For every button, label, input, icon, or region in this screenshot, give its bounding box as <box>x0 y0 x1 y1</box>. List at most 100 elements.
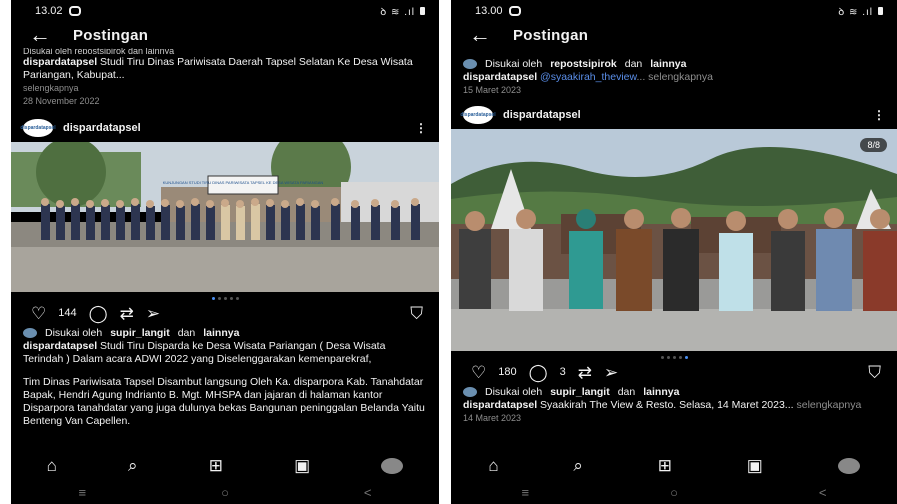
search-icon[interactable]: ⌕ <box>573 456 583 476</box>
avatar[interactable]: dispardatapsel <box>460 106 496 124</box>
system-nav: ≡ ○ < <box>11 480 439 504</box>
previous-liked-row[interactable]: Disukai oleh repostsipirok dan lainnya <box>451 56 897 71</box>
previous-post-caption: dispardatapsel Studi Tiru Dinas Pariwisa… <box>11 56 439 82</box>
status-bar: 13.00 ꝺ ≋ .ıl <box>451 0 897 22</box>
liked-user[interactable]: supir_langit <box>110 327 170 339</box>
liked-conj: dan <box>624 57 643 70</box>
comment-icon[interactable]: ◯ <box>89 305 108 322</box>
more-link[interactable]: selengkapnya <box>796 399 861 411</box>
caption-username[interactable]: dispardatapsel <box>463 399 537 411</box>
home-circle-icon[interactable]: ○ <box>670 485 678 500</box>
liked-rest[interactable]: lainnya <box>650 58 686 70</box>
reels-icon[interactable]: ▣ <box>747 456 763 476</box>
reels-icon[interactable]: ▣ <box>294 456 310 476</box>
more-link[interactable]: ... selengkapnya <box>637 71 713 83</box>
profile-avatar[interactable] <box>837 458 860 474</box>
liked-user[interactable]: repostsipirok <box>550 58 617 70</box>
app-bar: ← Postingan <box>451 22 897 48</box>
back-icon[interactable]: < <box>819 485 827 500</box>
status-time: 13.02 <box>35 5 63 17</box>
home-icon[interactable]: ⌂ <box>488 456 498 476</box>
liked-prefix: Disukai oleh <box>485 385 543 398</box>
bottom-nav: ⌂ ⌕ ⊞ ▣ <box>11 452 439 480</box>
image-counter: 8/8 <box>860 138 887 152</box>
liked-prefix: Disukai oleh <box>45 326 103 339</box>
bottom-nav: ⌂ ⌕ ⊞ ▣ <box>451 452 897 480</box>
post-date: 14 Maret 2023 <box>463 413 522 423</box>
action-bar: ♡ 144 ◯ ⇄ ➢ ⛉ <box>11 301 439 325</box>
more-vertical-icon[interactable]: ⋮ <box>873 108 885 122</box>
post-photo[interactable]: KUNJUNGAN STUDI TIRU DINAS PARIWISATA TA… <box>11 142 439 292</box>
liker-avatar <box>463 386 477 397</box>
left-screenshot: 13.02 ꝺ ≋ .ıl ← Postingan Disukai oleh r… <box>11 0 439 504</box>
more-link[interactable]: selengkapnya <box>11 82 439 95</box>
profile-avatar[interactable] <box>381 458 404 474</box>
caption-body: Tim Dinas Pariwisata Tapsel Disambut lan… <box>23 376 425 427</box>
app-bar: ← Postingan <box>11 22 439 48</box>
status-icons: ꝺ ≋ .ıl <box>838 7 873 18</box>
status-bar: 13.02 ꝺ ≋ .ıl <box>11 0 439 22</box>
plus-square-icon[interactable]: ⊞ <box>209 456 223 476</box>
post-caption: dispardatapsel Syaakirah The View & Rest… <box>451 399 897 412</box>
liker-avatar <box>463 58 477 69</box>
liked-user[interactable]: supir_langit <box>550 386 610 398</box>
caption-username[interactable]: dispardatapsel <box>23 340 97 352</box>
banner-text: KUNJUNGAN STUDI TIRU DINAS PARIWISATA TA… <box>163 180 324 185</box>
send-icon[interactable]: ➢ <box>604 364 618 381</box>
notification-icon <box>508 6 521 16</box>
liked-conj: dan <box>617 385 636 398</box>
comment-icon[interactable]: ◯ <box>529 364 548 381</box>
battery-icon <box>878 7 883 15</box>
liked-conj: dan <box>177 326 196 339</box>
caption-text: Syaakirah The View & Resto. Selasa, 14 M… <box>540 399 794 411</box>
right-screenshot: 13.00 ꝺ ≋ .ıl ← Postingan Disukai oleh r… <box>451 0 897 504</box>
post-caption: dispardatapsel Studi Tiru Disparda ke De… <box>11 340 439 366</box>
search-icon[interactable]: ⌕ <box>128 456 138 476</box>
bookmark-icon[interactable]: ⛉ <box>868 364 881 381</box>
back-arrow-icon[interactable]: ← <box>469 24 491 46</box>
post-username[interactable]: dispardatapsel <box>503 109 863 121</box>
repost-icon[interactable]: ⇄ <box>578 364 592 381</box>
heart-icon[interactable]: ♡ <box>31 305 46 322</box>
back-icon[interactable]: < <box>364 485 372 500</box>
liked-by-row[interactable]: Disukai oleh supir_langit dan lainnya <box>11 325 439 340</box>
page-title: Postingan <box>513 26 589 44</box>
notification-icon <box>68 6 81 16</box>
back-arrow-icon[interactable]: ← <box>29 24 51 46</box>
liked-rest[interactable]: lainnya <box>203 327 239 339</box>
battery-icon <box>420 7 425 15</box>
heart-icon[interactable]: ♡ <box>471 364 486 381</box>
liked-by-row[interactable]: Disukai oleh supir_langit dan lainnya <box>451 384 897 399</box>
post-username[interactable]: dispardatapsel <box>63 122 405 134</box>
caption-mention[interactable]: @syaakirah_theview <box>540 71 636 83</box>
post-header: dispardatapsel dispardatapsel ⋮ <box>451 101 897 129</box>
cut-off-liked-text: Disukai oleh repostsipirok dan lainnya <box>23 48 175 54</box>
bookmark-icon[interactable]: ⛉ <box>410 305 423 322</box>
more-vertical-icon[interactable]: ⋮ <box>415 121 427 135</box>
home-icon[interactable]: ⌂ <box>47 456 57 476</box>
home-circle-icon[interactable]: ○ <box>221 485 229 500</box>
page-title: Postingan <box>73 26 149 44</box>
liked-rest[interactable]: lainnya <box>643 386 679 398</box>
recents-icon[interactable]: ≡ <box>78 485 86 500</box>
post-date: 28 November 2022 <box>23 96 100 106</box>
liker-avatar <box>23 327 37 338</box>
post-photo[interactable]: 8/8 <box>451 129 897 351</box>
comment-count: 3 <box>559 366 566 378</box>
action-bar: ♡ 180 ◯ 3 ⇄ ➢ ⛉ <box>451 360 897 384</box>
send-icon[interactable]: ➢ <box>146 305 160 322</box>
caption-username[interactable]: dispardatapsel <box>463 71 537 83</box>
liked-prefix: Disukai oleh <box>485 57 543 70</box>
avatar[interactable]: dispardatapsel <box>20 119 56 137</box>
post-date: 15 Maret 2023 <box>463 85 522 95</box>
like-count: 144 <box>58 307 77 319</box>
system-nav: ≡ ○ < <box>451 480 897 504</box>
recents-icon[interactable]: ≡ <box>521 485 529 500</box>
plus-square-icon[interactable]: ⊞ <box>658 456 672 476</box>
status-icons: ꝺ ≋ .ıl <box>380 7 415 18</box>
previous-post-caption: dispardatapsel @syaakirah_theview... sel… <box>451 71 897 84</box>
caption-username[interactable]: dispardatapsel <box>23 56 97 68</box>
status-time: 13.00 <box>475 5 503 17</box>
repost-icon[interactable]: ⇄ <box>120 305 134 322</box>
like-count: 180 <box>498 366 517 378</box>
